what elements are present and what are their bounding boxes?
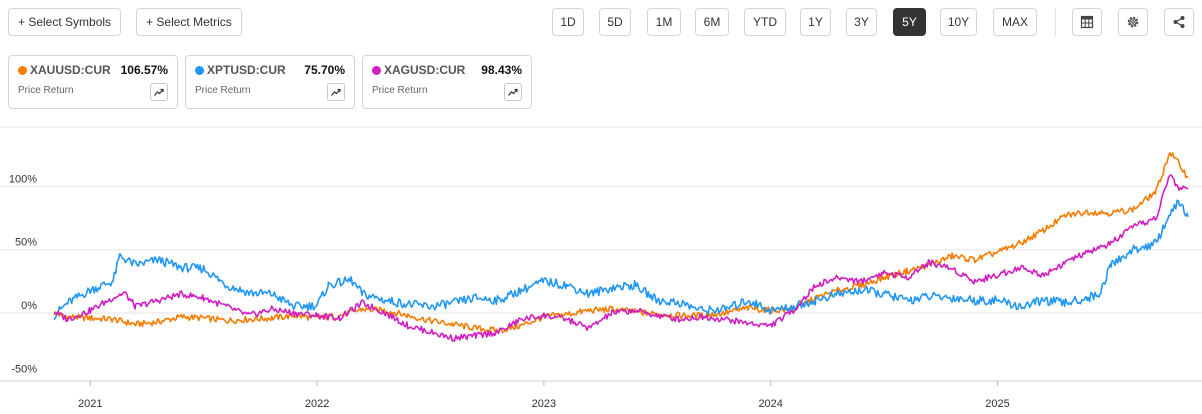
x-tick-label: 2025 [985, 398, 1009, 410]
series-line-xagusdcur [53, 174, 1189, 342]
y-tick-label: 50% [15, 237, 37, 249]
x-tick-label: 2024 [758, 398, 782, 410]
y-axis-ticks: 100% 50% 0% -50% [9, 173, 37, 375]
y-tick-label: -50% [11, 363, 37, 375]
y-tick-label: 0% [21, 300, 37, 312]
y-tick-label: 100% [9, 173, 37, 185]
price-return-chart[interactable]: 100% 50% 0% -50% 2021 2022 2023 2024 2025 [0, 0, 1202, 414]
x-tick-label: 2021 [78, 398, 102, 410]
series-line-xptusdcur [53, 199, 1189, 321]
x-axis-ticks: 2021 2022 2023 2024 2025 [0, 380, 1202, 410]
x-tick-label: 2022 [305, 398, 329, 410]
x-tick-label: 2023 [532, 398, 556, 410]
